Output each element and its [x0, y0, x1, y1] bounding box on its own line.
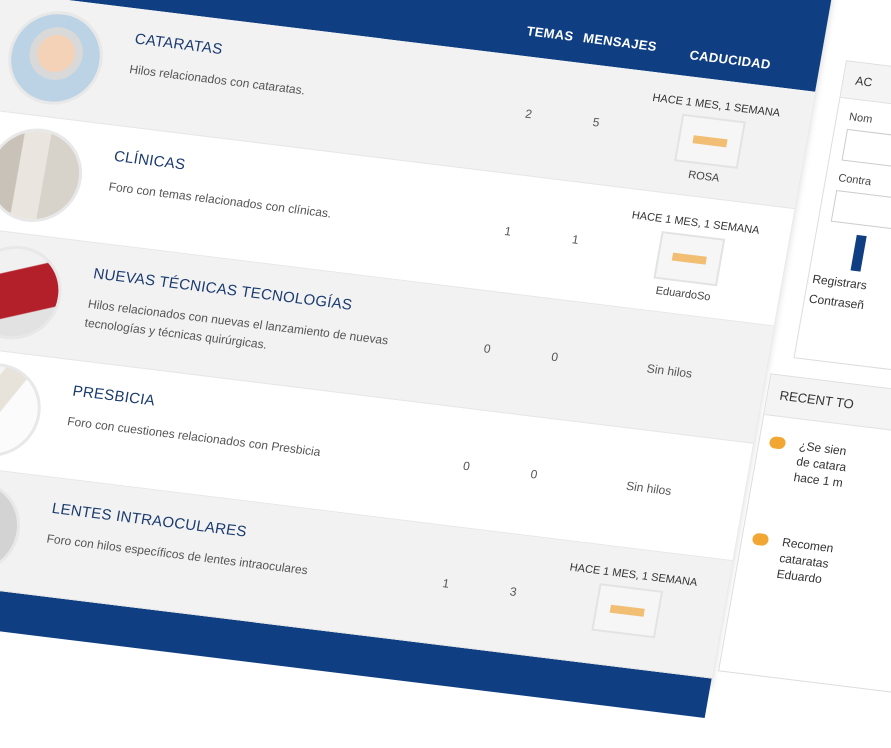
forum-description: Hilos relacionados con cataratas.	[128, 62, 307, 98]
avatar-image	[671, 252, 707, 265]
avatar-image	[609, 604, 645, 617]
forum-post-count: 0	[550, 349, 560, 365]
speech-bubble-icon	[751, 532, 770, 547]
forum-table: TEMAS MENSAJES CADUCIDAD CATARATAS Hilos…	[0, 0, 832, 718]
forum-description: Hilos relacionados con nuevas el lanzami…	[83, 296, 390, 352]
last-post-avatar[interactable]	[653, 231, 726, 287]
forum-description: Foro con cuestiones relacionados con Pre…	[66, 414, 322, 460]
forum-topic-count: 0	[461, 458, 472, 474]
forum-description: Foro con hilos específicos de lentes int…	[45, 531, 309, 578]
forum-thumbnail[interactable]	[0, 357, 49, 463]
forum-thumbnail[interactable]	[0, 5, 111, 110]
column-header-mensajes[interactable]: MENSAJES	[582, 30, 658, 54]
forum-topic-count: 1	[441, 576, 451, 591]
recent-topic-item[interactable]: Recomen cataratas Eduardo	[740, 531, 891, 635]
recent-topic-text[interactable]: Recomen cataratas Eduardo	[775, 534, 835, 588]
column-header-temas[interactable]: TEMAS	[525, 23, 574, 44]
forum-post-count: 5	[591, 114, 601, 130]
forum-title[interactable]: CATARATAS	[133, 31, 224, 59]
forum-topic-count: 2	[524, 106, 534, 122]
page-stage: TEMAS MENSAJES CADUCIDAD CATARATAS Hilos…	[0, 0, 891, 729]
forum-last-post[interactable]: HACE 1 MES, 1 SEMANA ROSA	[618, 90, 801, 194]
forum-thumbnail[interactable]	[0, 475, 28, 580]
forgot-password-link[interactable]: Contraseñ	[808, 292, 891, 332]
recent-topic-text[interactable]: ¿Se sien de catara hace 1 m	[792, 438, 850, 491]
forum-last-post[interactable]: HACE 1 MES, 1 SEMANA	[539, 559, 719, 645]
no-threads-text: Sin hilos	[625, 478, 673, 499]
forum-title[interactable]: CLÍNICAS	[113, 148, 187, 173]
forum-post-count: 1	[570, 232, 580, 247]
forum-last-post[interactable]: HACE 1 MES, 1 SEMANA EduardoSo	[598, 207, 781, 311]
column-header-caducidad[interactable]: CADUCIDAD	[688, 47, 771, 72]
avatar-image	[692, 135, 728, 148]
forum-post-count: 0	[529, 467, 539, 482]
forum-description: Foro con temas relacionados con clínicas…	[107, 179, 333, 221]
recent-topics-title: RECENT TO	[764, 374, 891, 442]
forum-topic-count: 0	[482, 341, 492, 357]
last-post-avatar[interactable]	[674, 113, 746, 169]
forum-title[interactable]: PRESBICIA	[71, 383, 156, 410]
username-input[interactable]	[841, 128, 891, 179]
speech-bubble-icon	[768, 435, 787, 450]
recent-topic-item[interactable]: ¿Se sien de catara hace 1 m	[757, 434, 891, 538]
last-post-user[interactable]: ROSA	[618, 161, 789, 194]
login-button[interactable]	[850, 234, 867, 272]
forum-topic-count: 1	[503, 224, 513, 239]
forum-thumbnail[interactable]	[0, 123, 90, 228]
forum-thumbnail[interactable]	[0, 240, 69, 345]
last-post-user[interactable]: EduardoSo	[598, 278, 769, 311]
last-post-avatar[interactable]	[591, 583, 664, 639]
no-threads-text: Sin hilos	[645, 361, 694, 381]
password-input[interactable]	[830, 190, 891, 241]
